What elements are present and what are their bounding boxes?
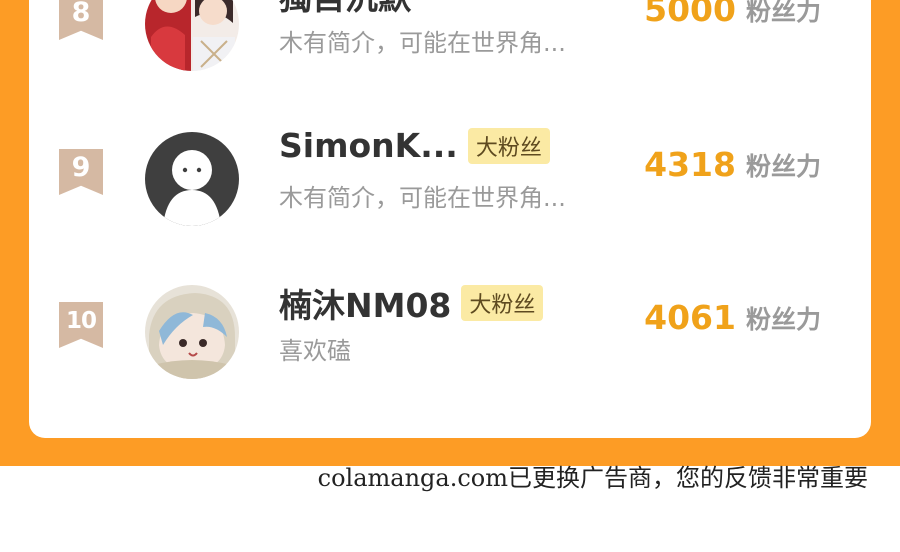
fan-level-badge: 大粉丝 [461, 285, 544, 321]
ad-notice: colamanga.com已更换广告商，您的反馈非常重要 [317, 464, 868, 492]
fan-level-badge: 大粉丝 [467, 127, 550, 164]
avatar[interactable] [145, 0, 239, 71]
user-bio: 木有简介，可能在世界角... [279, 184, 566, 212]
user-bio: 木有简介，可能在世界角... [279, 29, 566, 57]
ranking-card: 8 獨自沉默 木有简介，可能在世界角... 5000 粉丝力 9 [29, 0, 871, 438]
fan-power-unit: 粉丝力 [745, 304, 821, 334]
fan-power-score: 4318 [644, 145, 736, 184]
rank-ribbon: 8 [59, 0, 103, 40]
anime-character-avatar-icon [145, 0, 239, 71]
avatar[interactable] [145, 132, 239, 226]
ranking-row[interactable]: 10 楠沐NM08 大粉丝 喜欢磕 4061 粉丝力 [29, 271, 871, 381]
hooded-character-avatar-icon [145, 285, 239, 379]
fan-power-score: 5000 [644, 0, 736, 29]
default-user-avatar-icon [145, 132, 239, 226]
user-name[interactable]: 楠沐NM08 [279, 279, 451, 327]
rank-ribbon: 9 [59, 149, 103, 195]
ranking-row[interactable]: 9 SimonK... 大粉丝 木有简介，可能在世界角... 4318 粉丝力 [29, 118, 871, 228]
fan-power-unit: 粉丝力 [745, 151, 821, 181]
ranking-row[interactable]: 8 獨自沉默 木有简介，可能在世界角... 5000 粉丝力 [29, 0, 871, 73]
fan-power-unit: 粉丝力 [745, 0, 821, 26]
avatar[interactable] [145, 285, 239, 379]
user-name[interactable]: 獨自沉默 [279, 0, 411, 19]
rank-ribbon: 10 [59, 302, 103, 348]
fan-power-score: 4061 [644, 298, 736, 337]
user-name[interactable]: SimonK... [279, 126, 458, 165]
user-bio: 喜欢磕 [279, 337, 351, 365]
